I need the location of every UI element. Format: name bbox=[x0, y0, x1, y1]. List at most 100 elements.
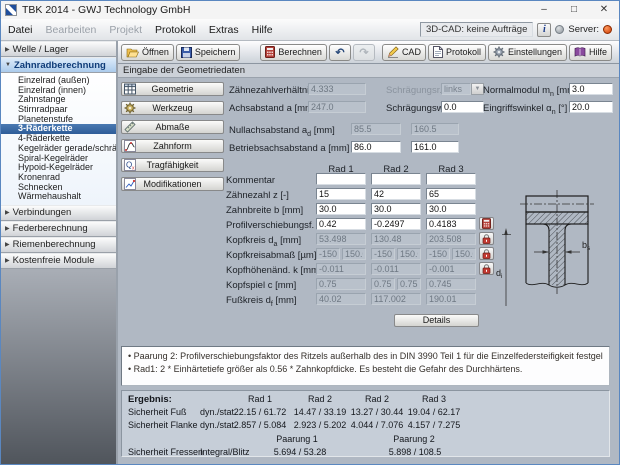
tip-diameter-lock-button[interactable] bbox=[479, 232, 494, 245]
close-button[interactable]: ✕ bbox=[589, 1, 619, 19]
helix-angle-field[interactable] bbox=[441, 101, 484, 113]
menu-extras[interactable]: Extras bbox=[209, 24, 239, 36]
details-button[interactable]: Details bbox=[394, 314, 479, 327]
maximize-button[interactable]: □ bbox=[559, 1, 589, 19]
sidebar-item-kronenrad[interactable]: Kronenrad bbox=[1, 173, 116, 183]
geometrie-tab-button[interactable]: Geometrie bbox=[121, 82, 224, 96]
minimize-button[interactable]: – bbox=[529, 1, 559, 19]
sidebar-item-einzelrad-aussen[interactable]: Einzelrad (außen) bbox=[1, 76, 116, 86]
facewidth-field-rad2[interactable] bbox=[371, 203, 421, 215]
results-header-rad3: Rad 3 bbox=[404, 394, 464, 404]
result-value: 5.694 / 53.28 bbox=[260, 447, 340, 457]
sidebar-section-zahnradberechnung[interactable]: ▼ Zahnradberechnung bbox=[1, 57, 116, 73]
svg-text:di: di bbox=[496, 268, 502, 280]
sidebar-section-kostenfreie-module[interactable]: ▶ Kostenfreie Module bbox=[1, 253, 116, 269]
gear-cross-section-diagram: di bs bbox=[496, 188, 608, 316]
abmasse-tab-button[interactable]: Abmaße bbox=[121, 120, 224, 134]
tip-clearance-field-rad2a bbox=[371, 278, 395, 290]
normal-module-field[interactable] bbox=[569, 83, 613, 95]
tip-height-mod-lock-button[interactable] bbox=[479, 262, 494, 275]
menu-protokoll[interactable]: Protokoll bbox=[155, 24, 196, 36]
sidebar-section-federberechnung[interactable]: ▶ Federberechnung bbox=[1, 221, 116, 237]
sidebar-item-kegelraeder[interactable]: Kegelräder gerade/schräg bbox=[1, 144, 116, 154]
tip-diameter-field-rad3 bbox=[426, 233, 476, 245]
undo-button[interactable]: ↶ bbox=[329, 44, 351, 61]
sidebar-item-spiral-kegelraeder[interactable]: Spiral-Kegelräder bbox=[1, 154, 116, 164]
flank-safety-label: Sicherheit Flanke bbox=[128, 420, 198, 430]
profile-shift-field-rad1[interactable] bbox=[316, 218, 366, 230]
zero-center-distance-field-2 bbox=[411, 123, 459, 135]
statusline: Eingabe der Geometriedaten bbox=[118, 64, 619, 78]
center-distance-field bbox=[308, 101, 366, 113]
profile-shift-field-rad2[interactable] bbox=[371, 218, 421, 230]
tip-deviation-label: Kopfkreisabmaß [µm] bbox=[226, 250, 316, 261]
profile-shift-calculator-button[interactable] bbox=[479, 217, 494, 230]
operating-center-distance-field-1[interactable] bbox=[351, 141, 401, 153]
warning-panel: • Paarung 2: Profilverschiebungsfaktor d… bbox=[121, 346, 610, 386]
toolbar: Öffnen Speichern Berechnen ↶ ↷ CAD bbox=[118, 41, 619, 64]
warning-message: • Rad1: 2 * Einhärtetiefe größer als 0.5… bbox=[128, 363, 603, 376]
cad-status-field: 3D-CAD: keine Aufträge bbox=[420, 22, 533, 37]
help-button[interactable]: Hilfe bbox=[569, 44, 612, 61]
werkzeug-tab-button[interactable]: Werkzeug bbox=[121, 101, 224, 115]
load-capacity-icon: Qx bbox=[124, 159, 136, 171]
facewidth-field-rad3[interactable] bbox=[426, 203, 476, 215]
pencil-icon bbox=[387, 46, 399, 58]
teeth-field-rad3[interactable] bbox=[426, 188, 476, 200]
settings-button[interactable]: Einstellungen bbox=[488, 44, 567, 61]
ratio-field bbox=[308, 83, 366, 95]
open-button[interactable]: Öffnen bbox=[121, 44, 174, 61]
sidebar-section-riemenberechnung[interactable]: ▶ Riemenberechnung bbox=[1, 237, 116, 253]
sidebar-item-einzelrad-innen[interactable]: Einzelrad (innen) bbox=[1, 86, 116, 96]
sidebar-section-welle-lager[interactable]: ▶ Welle / Lager bbox=[1, 41, 116, 57]
teeth-field-rad2[interactable] bbox=[371, 188, 421, 200]
pressure-angle-label: Eingriffswinkel αn [°] bbox=[483, 103, 567, 116]
server-status-indicator bbox=[603, 25, 612, 34]
tip-deviation-lock-button[interactable] bbox=[479, 247, 494, 260]
pairing1-header: Paarung 1 bbox=[257, 434, 337, 444]
sidebar-item-schnecken[interactable]: Schnecken bbox=[1, 183, 116, 193]
sidebar-item-hypoid-kegelraeder[interactable]: Hypoid-Kegelräder bbox=[1, 163, 116, 173]
geometry-form: Geometrie Werkzeug Abmaße Zahnform Qx Tr… bbox=[118, 78, 619, 464]
tragfaehigkeit-tab-button[interactable]: Qx Tragfähigkeit bbox=[121, 158, 224, 172]
sidebar-item-planetenstufe[interactable]: Planetenstufe bbox=[1, 115, 116, 125]
app-window: TBK 2014 - GWJ Technology GmbH – □ ✕ Dat… bbox=[0, 0, 620, 465]
comment-field-rad3[interactable] bbox=[426, 173, 476, 185]
sidebar-item-stirnradpaar[interactable]: Stirnradpaar bbox=[1, 105, 116, 115]
sidebar-item-4-raederkette[interactable]: 4-Räderkette bbox=[1, 134, 116, 144]
ruler-icon bbox=[124, 121, 136, 133]
zero-center-distance-field-1 bbox=[351, 123, 401, 135]
teeth-field-rad1[interactable] bbox=[316, 188, 366, 200]
info-button[interactable]: i bbox=[537, 23, 551, 37]
modifikationen-tab-button[interactable]: Modifikationen bbox=[121, 177, 224, 191]
zahnform-tab-button[interactable]: Zahnform bbox=[121, 139, 224, 153]
protocol-button[interactable]: Protokoll bbox=[428, 44, 486, 61]
normal-module-label: Normalmodul mn [mm] bbox=[483, 85, 578, 98]
sidebar-section-verbindungen[interactable]: ▶ Verbindungen bbox=[1, 205, 116, 221]
comment-label: Kommentar bbox=[226, 175, 275, 186]
menu-datei[interactable]: Datei bbox=[8, 24, 33, 36]
lock-icon bbox=[482, 249, 491, 259]
calculate-button[interactable]: Berechnen bbox=[260, 44, 327, 61]
sidebar-item-waermehaushalt[interactable]: Wärmehaushalt bbox=[1, 192, 116, 202]
tip-clearance-label: Kopfspiel c [mm] bbox=[226, 280, 296, 291]
sidebar-filler bbox=[1, 269, 116, 464]
sidebar-item-zahnstange[interactable]: Zahnstange bbox=[1, 95, 116, 105]
comment-field-rad1[interactable] bbox=[316, 173, 366, 185]
root-diameter-field-rad3 bbox=[426, 293, 476, 305]
profile-shift-field-rad3[interactable] bbox=[426, 218, 476, 230]
menu-projekt: Projekt bbox=[109, 24, 142, 36]
operating-center-distance-field-2[interactable] bbox=[411, 141, 459, 153]
tip-height-mod-label: Kopfhöhenänd. k [mm] bbox=[226, 265, 322, 276]
helix-direction-select: links ▼ bbox=[441, 83, 484, 95]
calculator-icon bbox=[482, 218, 491, 229]
menu-hilfe[interactable]: Hilfe bbox=[252, 24, 273, 36]
chevron-right-icon: ▶ bbox=[5, 241, 10, 248]
cad-button[interactable]: CAD bbox=[382, 44, 426, 61]
save-button[interactable]: Speichern bbox=[176, 44, 241, 61]
facewidth-field-rad1[interactable] bbox=[316, 203, 366, 215]
sidebar-item-3-raederkette[interactable]: 3-Räderkette bbox=[1, 124, 116, 134]
comment-field-rad2[interactable] bbox=[371, 173, 421, 185]
server-label: Server: bbox=[568, 24, 599, 35]
pressure-angle-field[interactable] bbox=[569, 101, 613, 113]
